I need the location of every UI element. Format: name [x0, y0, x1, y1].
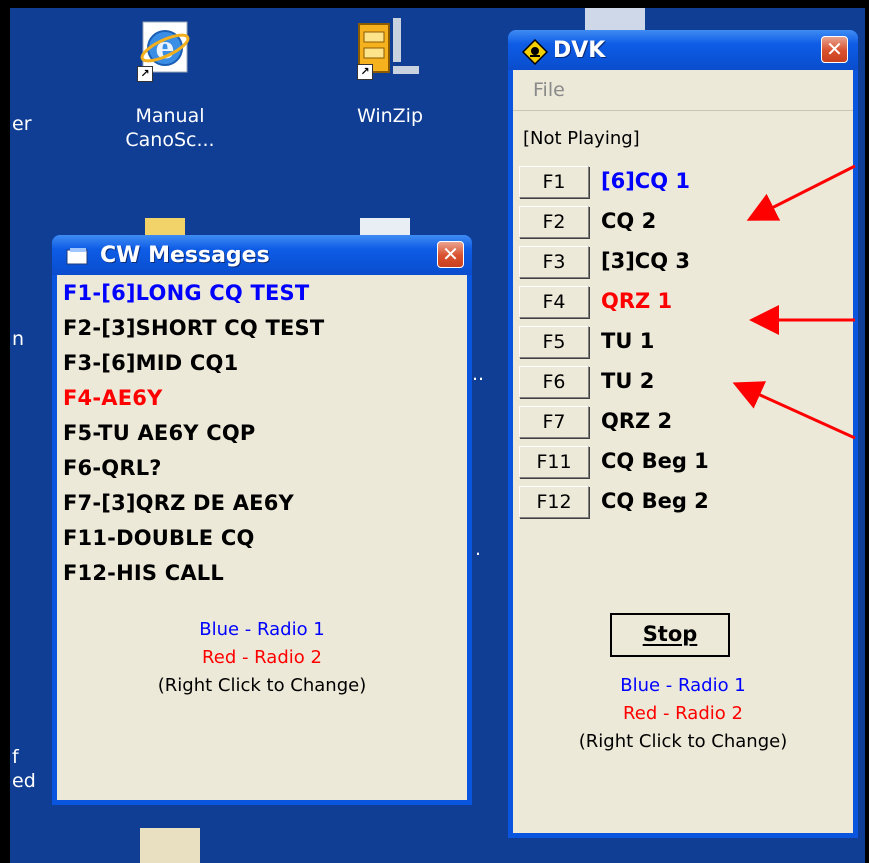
annotation-arrow: [732, 381, 856, 440]
desktop: er n f ed .. . e ↗ Manual CanoSc... ↗ Wi…: [10, 8, 865, 863]
annotation-arrows: [732, 164, 856, 440]
annotation-arrow: [746, 164, 856, 221]
